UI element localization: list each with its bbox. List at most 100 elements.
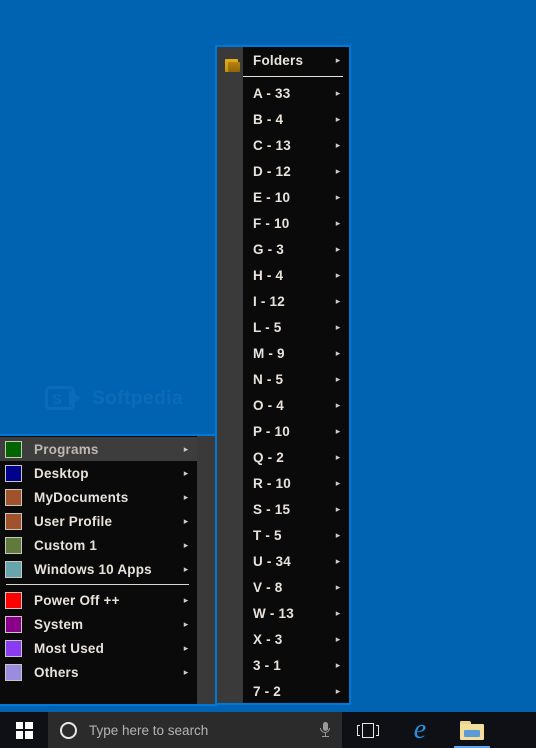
chevron-right-icon: ▸: [335, 321, 341, 332]
search-input[interactable]: Type here to search: [48, 712, 342, 748]
main-menu-item-desktop[interactable]: Desktop ▸: [0, 461, 197, 485]
chevron-right-icon: ▸: [335, 451, 341, 462]
folders-menu-item-label: 7 - 2: [253, 683, 282, 699]
cortana-icon[interactable]: [60, 721, 77, 739]
folders-submenu[interactable]: Folders ▸ A - 33 ▸ B - 4 ▸ C - 13 ▸ D - 12 ▸ E - 1…: [215, 45, 351, 705]
watermark-label: Softpedia: [92, 388, 184, 409]
folders-menu-item[interactable]: Q - 2 ▸: [243, 444, 349, 470]
folders-menu-item-label: T - 5: [253, 527, 282, 543]
file-explorer-icon: [460, 720, 484, 740]
chevron-right-icon: ▸: [183, 515, 189, 526]
chevron-right-icon: ▸: [183, 666, 189, 677]
folders-menu-item-label: N - 5: [253, 371, 284, 387]
start-button[interactable]: [0, 712, 48, 748]
chevron-right-icon: ▸: [335, 217, 341, 228]
chevron-right-icon: ▸: [335, 581, 341, 592]
folders-menu-item-label: O - 4: [253, 397, 285, 413]
folders-menu-item[interactable]: V - 8 ▸: [243, 574, 349, 600]
desktop-watermark: S Softpedia: [45, 372, 225, 426]
chevron-right-icon: ▸: [335, 373, 341, 384]
folders-menu-item[interactable]: I - 12 ▸: [243, 288, 349, 314]
folders-menu-item[interactable]: C - 13 ▸: [243, 132, 349, 158]
main-menu-item-power-off[interactable]: Power Off ++ ▸: [0, 588, 197, 612]
folders-menu-item[interactable]: R - 10 ▸: [243, 470, 349, 496]
folders-menu-item[interactable]: 3 - 1 ▸: [243, 652, 349, 678]
folders-menu-item[interactable]: T - 5 ▸: [243, 522, 349, 548]
color-swatch-icon: [5, 536, 22, 554]
desktop-background[interactable]: S Softpedia Folders ▸ A - 33 ▸ B - 4 ▸ C - 13 ▸…: [0, 0, 536, 712]
chevron-right-icon: ▸: [335, 503, 341, 514]
folders-menu-item-label: R - 10: [253, 475, 291, 491]
folders-menu-item[interactable]: G - 3 ▸: [243, 236, 349, 262]
menu-separator: [6, 584, 189, 585]
main-menu-item-label: Desktop: [34, 465, 89, 481]
main-menu-item-most-used[interactable]: Most Used ▸: [0, 636, 197, 660]
folders-menu-item-label: H - 4: [253, 267, 284, 283]
folders-menu-item[interactable]: P - 10 ▸: [243, 418, 349, 444]
main-menu-list: Programs ▸ Desktop ▸ MyDocuments ▸ User Profil…: [0, 436, 197, 704]
main-menu-item-programs[interactable]: Programs ▸: [0, 437, 197, 461]
folders-menu-item-label: C - 13: [253, 137, 291, 153]
chevron-right-icon: ▸: [335, 139, 341, 150]
folders-menu-item[interactable]: H - 4 ▸: [243, 262, 349, 288]
folder-icon: [219, 52, 245, 78]
folders-menu-item[interactable]: O - 4 ▸: [243, 392, 349, 418]
main-menu-item-mydocuments[interactable]: MyDocuments ▸: [0, 485, 197, 509]
main-menu-item-system[interactable]: System ▸: [0, 612, 197, 636]
main-menu-item-custom-1[interactable]: Custom 1 ▸: [0, 533, 197, 557]
color-swatch-icon: [5, 615, 22, 633]
folders-menu-item[interactable]: M - 9 ▸: [243, 340, 349, 366]
main-menu-item-label: Custom 1: [34, 537, 98, 553]
folders-menu-header[interactable]: Folders ▸: [243, 47, 349, 73]
folders-menu-item[interactable]: U - 34 ▸: [243, 548, 349, 574]
chevron-right-icon: ▸: [335, 87, 341, 98]
taskbar: Type here to search e: [0, 712, 536, 748]
folders-menu-item-label: M - 9: [253, 345, 285, 361]
chevron-right-icon: ▸: [335, 399, 341, 410]
main-menu-item-user-profile[interactable]: User Profile ▸: [0, 509, 197, 533]
color-swatch-icon: [5, 464, 22, 482]
folders-menu-item[interactable]: X - 3 ▸: [243, 626, 349, 652]
chevron-right-icon: ▸: [183, 642, 189, 653]
folders-menu-item[interactable]: W - 13 ▸: [243, 600, 349, 626]
chevron-right-icon: ▸: [183, 563, 189, 574]
folders-menu-item[interactable]: S - 15 ▸: [243, 496, 349, 522]
main-menu-item-label: Windows 10 Apps: [34, 561, 152, 577]
color-swatch-icon: [5, 488, 22, 506]
folders-menu-item[interactable]: E - 10 ▸: [243, 184, 349, 210]
folders-menu-item[interactable]: A - 33 ▸: [243, 80, 349, 106]
task-view-button[interactable]: [342, 712, 394, 748]
folders-menu-item[interactable]: D - 12 ▸: [243, 158, 349, 184]
chevron-right-icon: ▸: [183, 594, 189, 605]
menu-separator: [243, 76, 343, 77]
chevron-right-icon: ▸: [335, 477, 341, 488]
folders-menu-item[interactable]: 7 - 2 ▸: [243, 678, 349, 703]
chevron-right-icon: ▸: [335, 269, 341, 280]
edge-button[interactable]: e: [394, 712, 446, 748]
folders-menu-item-label: E - 10: [253, 189, 291, 205]
folders-menu-item[interactable]: L - 5 ▸: [243, 314, 349, 340]
folders-menu-item[interactable]: F - 10 ▸: [243, 210, 349, 236]
main-menu-item-windows-10-apps[interactable]: Windows 10 Apps ▸: [0, 557, 197, 581]
main-start-menu[interactable]: Programs ▸ Desktop ▸ MyDocuments ▸ User Profil…: [0, 434, 217, 706]
chevron-right-icon: ▸: [335, 685, 341, 696]
microphone-icon[interactable]: [308, 722, 342, 738]
watermark-logo-icon: S: [45, 382, 85, 416]
folders-menu-item-label: V - 8: [253, 579, 283, 595]
windows-logo-icon: [15, 721, 33, 739]
file-explorer-button[interactable]: [446, 712, 498, 748]
color-swatch-icon: [5, 512, 22, 530]
folders-menu-gutter: [217, 47, 243, 703]
chevron-right-icon: ▸: [335, 243, 341, 254]
folders-menu-item-label: P - 10: [253, 423, 290, 439]
folders-menu-item[interactable]: B - 4 ▸: [243, 106, 349, 132]
folders-menu-item-label: L - 5: [253, 319, 282, 335]
folders-menu-item-label: A - 33: [253, 85, 291, 101]
main-menu-item-label: User Profile: [34, 513, 113, 529]
main-menu-item-others[interactable]: Others ▸: [0, 660, 197, 684]
folders-menu-item-label: S - 15: [253, 501, 291, 517]
folders-menu-list: Folders ▸ A - 33 ▸ B - 4 ▸ C - 13 ▸ D - 12 ▸ E - 1…: [243, 47, 349, 703]
chevron-right-icon: ▸: [183, 467, 189, 478]
chevron-right-icon: ▸: [335, 295, 341, 306]
folders-menu-item[interactable]: N - 5 ▸: [243, 366, 349, 392]
